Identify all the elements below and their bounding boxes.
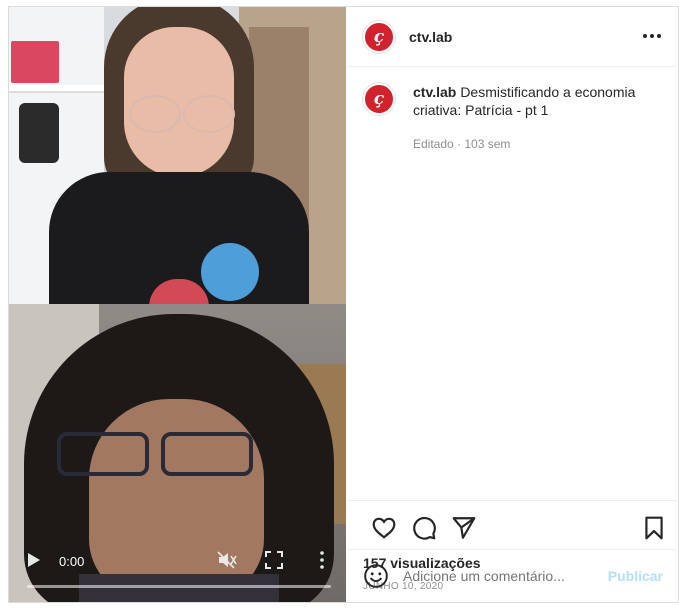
caption-text: ctv.lab Desmistificando a economia criati…	[413, 83, 663, 119]
video-player[interactable]: 0:00	[9, 7, 346, 602]
caption-avatar[interactable]: ç	[363, 83, 395, 115]
action-bar	[347, 501, 679, 553]
video-frame-top-participant	[9, 7, 346, 304]
username[interactable]: ctv.lab	[409, 29, 452, 45]
post-caption-section: ç ctv.lab Desmistificando a economia cria…	[347, 67, 679, 501]
fullscreen-icon[interactable]	[265, 551, 283, 569]
heart-icon[interactable]	[371, 515, 397, 541]
caption-username[interactable]: ctv.lab	[413, 84, 456, 100]
comment-bar: Publicar	[347, 549, 679, 602]
comment-input[interactable]	[403, 568, 608, 584]
video-progress-bar[interactable]	[27, 585, 331, 588]
video-controls: 0:00	[9, 540, 346, 602]
caption-meta: Editado · 103 sem	[413, 137, 511, 151]
vertical-dots-icon[interactable]	[317, 550, 327, 570]
more-options-icon[interactable]	[641, 25, 663, 47]
muted-icon[interactable]	[217, 551, 237, 569]
post-dialog: 0:00 ç ctv.lab ç ctv.lab Desmistificando…	[8, 6, 679, 603]
avatar[interactable]: ç	[363, 20, 395, 53]
play-icon[interactable]	[27, 552, 41, 568]
bookmark-icon[interactable]	[641, 515, 667, 541]
post-header: ç ctv.lab	[347, 7, 679, 67]
send-icon[interactable]	[451, 515, 477, 541]
video-time: 0:00	[59, 554, 85, 569]
post-side-panel: ç ctv.lab ç ctv.lab Desmistificando a eco…	[347, 7, 679, 602]
comment-icon[interactable]	[411, 515, 437, 541]
publish-button[interactable]: Publicar	[608, 568, 663, 584]
emoji-icon[interactable]	[363, 563, 389, 589]
